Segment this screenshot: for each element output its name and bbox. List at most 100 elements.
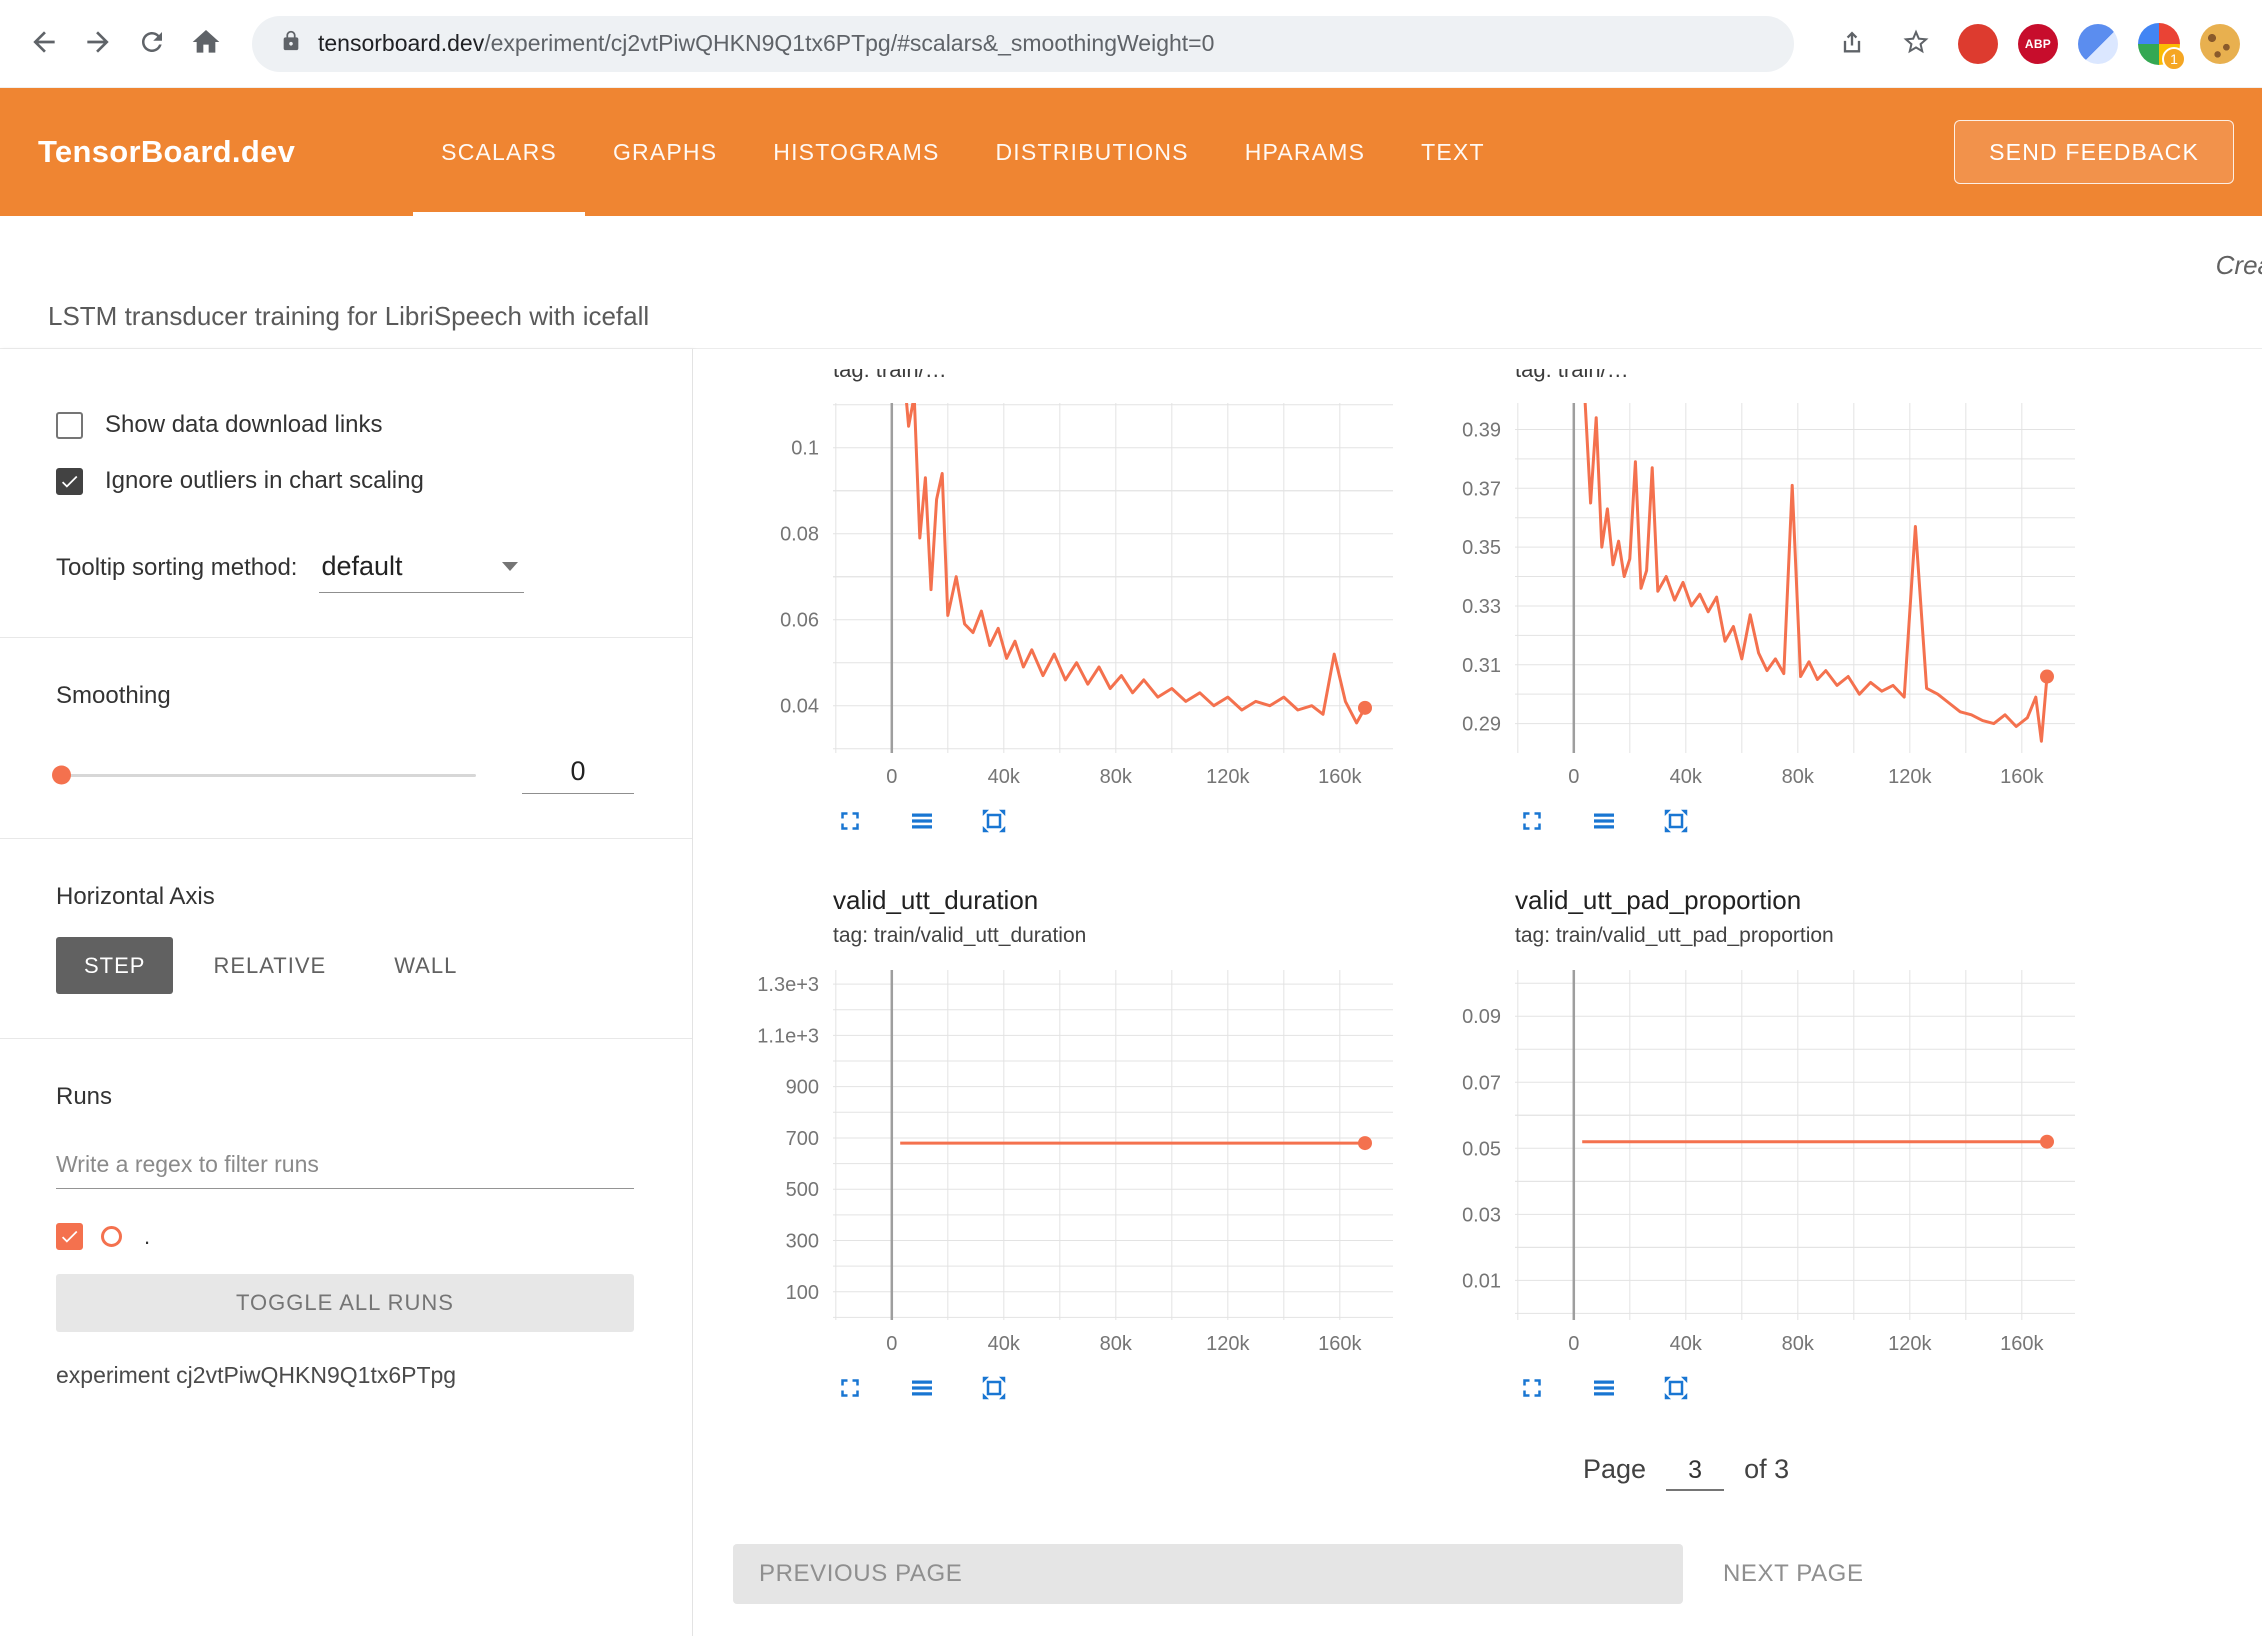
- svg-text:0.09: 0.09: [1462, 1006, 1501, 1028]
- svg-text:40k: 40k: [988, 766, 1021, 788]
- expand-chart-button[interactable]: [1515, 805, 1549, 839]
- reload-button[interactable]: [130, 22, 174, 66]
- chevron-down-icon: [502, 562, 518, 571]
- home-button[interactable]: [184, 22, 228, 66]
- charts-grid: tag: train/… 0.040.060.080.1040k80k120k1…: [693, 349, 2262, 1406]
- axis-wall-button[interactable]: WALL: [366, 937, 485, 994]
- smoothing-row: 0: [56, 756, 634, 794]
- url-text: tensorboard.dev/experiment/cj2vtPiwQHKN9…: [318, 30, 1214, 57]
- fit-data-icon: [979, 1373, 1009, 1406]
- tab-histograms[interactable]: HISTOGRAMS: [745, 88, 967, 216]
- chart-actions: [833, 805, 1417, 839]
- svg-text:0.06: 0.06: [780, 610, 819, 632]
- fit-data-button[interactable]: [977, 805, 1011, 839]
- previous-page-button[interactable]: PREVIOUS PAGE: [733, 1544, 1683, 1604]
- fit-data-button[interactable]: [1659, 1372, 1693, 1406]
- smoothing-label: Smoothing: [56, 682, 634, 710]
- cookie-icon[interactable]: [2200, 24, 2240, 64]
- slider-thumb[interactable]: [52, 766, 71, 785]
- svg-text:0: 0: [1568, 1333, 1579, 1355]
- tab-hparams[interactable]: HPARAMS: [1217, 88, 1393, 216]
- svg-text:0: 0: [886, 1333, 897, 1355]
- expand-chart-button[interactable]: [833, 1372, 867, 1406]
- chart-top-right[interactable]: 0.290.310.330.350.370.39040k80k120k160k: [1437, 391, 2097, 791]
- chart-bottom-right[interactable]: 0.010.030.050.070.09040k80k120k160k: [1437, 958, 2097, 1358]
- expand-chart-button[interactable]: [833, 805, 867, 839]
- tab-graphs[interactable]: GRAPHS: [585, 88, 745, 216]
- svg-text:1.1e+3: 1.1e+3: [757, 1025, 819, 1047]
- smoothing-value[interactable]: 0: [522, 756, 634, 794]
- runs-list-button[interactable]: [1587, 1372, 1621, 1406]
- brand-logo[interactable]: TensorBoard.dev: [38, 134, 295, 170]
- svg-text:0.04: 0.04: [780, 696, 819, 718]
- run-checkbox[interactable]: [56, 1223, 83, 1250]
- run-name: .: [144, 1224, 150, 1250]
- expand-chart-button[interactable]: [1515, 1372, 1549, 1406]
- svg-text:0.03: 0.03: [1462, 1204, 1501, 1226]
- page-number-input[interactable]: [1666, 1456, 1724, 1491]
- svg-text:160k: 160k: [1318, 1333, 1362, 1355]
- nav-tabs: SCALARS GRAPHS HISTOGRAMS DISTRIBUTIONS …: [413, 88, 1513, 216]
- svg-text:700: 700: [786, 1128, 819, 1150]
- fit-data-button[interactable]: [977, 1372, 1011, 1406]
- notification-badge: 1: [2162, 47, 2186, 71]
- divider: [0, 1038, 692, 1039]
- back-button[interactable]: [22, 22, 66, 66]
- app-root: tensorboard.dev/experiment/cj2vtPiwQHKN9…: [0, 0, 2262, 1636]
- home-icon: [190, 26, 222, 61]
- toggle-all-runs-button[interactable]: TOGGLE ALL RUNS: [56, 1274, 634, 1332]
- adblock-icon[interactable]: [1958, 24, 1998, 64]
- abp-label: ABP: [2025, 37, 2051, 51]
- svg-text:0.33: 0.33: [1462, 596, 1501, 618]
- expand-icon: [835, 806, 865, 839]
- profile-avatar[interactable]: 1: [2138, 23, 2180, 65]
- svg-text:40k: 40k: [1670, 766, 1703, 788]
- extension-icon[interactable]: [2078, 24, 2118, 64]
- ignore-outliers-checkbox[interactable]: Ignore outliers in chart scaling: [56, 467, 634, 495]
- next-page-button[interactable]: NEXT PAGE: [1723, 1544, 1864, 1604]
- svg-text:100: 100: [786, 1282, 819, 1304]
- reload-icon: [137, 27, 167, 60]
- run-row: .: [56, 1223, 634, 1250]
- fit-data-button[interactable]: [1659, 805, 1693, 839]
- runs-list-button[interactable]: [1587, 805, 1621, 839]
- forward-button[interactable]: [76, 22, 120, 66]
- checkbox-label: Show data download links: [105, 411, 383, 439]
- bookmark-button[interactable]: [1894, 22, 1938, 66]
- runs-list-button[interactable]: [905, 1372, 939, 1406]
- abp-icon[interactable]: ABP: [2018, 24, 2058, 64]
- lock-icon: [280, 30, 302, 57]
- address-bar[interactable]: tensorboard.dev/experiment/cj2vtPiwQHKN9…: [252, 16, 1794, 72]
- tab-distributions[interactable]: DISTRIBUTIONS: [968, 88, 1217, 216]
- svg-text:1.3e+3: 1.3e+3: [757, 974, 819, 996]
- share-button[interactable]: [1830, 22, 1874, 66]
- back-icon: [28, 26, 60, 61]
- svg-text:80k: 80k: [1782, 766, 1815, 788]
- tooltip-sorting-dropdown[interactable]: default: [319, 551, 524, 593]
- runs-list-button[interactable]: [905, 805, 939, 839]
- tensorboard-header: TensorBoard.dev SCALARS GRAPHS HISTOGRAM…: [0, 88, 2262, 216]
- experiment-caption: experiment cj2vtPiwQHKN9Q1tx6PTpg: [56, 1362, 634, 1389]
- horizontal-axis-buttons: STEP RELATIVE WALL: [56, 937, 634, 994]
- svg-text:0.01: 0.01: [1462, 1270, 1501, 1292]
- tab-scalars[interactable]: SCALARS: [413, 88, 585, 216]
- chart-bottom-left[interactable]: 1003005007009001.1e+31.3e+3040k80k120k16…: [755, 958, 1415, 1358]
- subheader: Crea LSTM transducer training for LibriS…: [0, 216, 2262, 348]
- divider: [0, 838, 692, 839]
- chart-top-left[interactable]: 0.040.060.080.1040k80k120k160k: [755, 391, 1415, 791]
- smoothing-slider[interactable]: [56, 774, 476, 777]
- tab-text[interactable]: TEXT: [1393, 88, 1513, 216]
- chart-column-left: tag: train/… 0.040.060.080.1040k80k120k1…: [755, 369, 1417, 1406]
- page-label: Page: [1583, 1454, 1646, 1485]
- axis-relative-button[interactable]: RELATIVE: [185, 937, 354, 994]
- svg-text:0.29: 0.29: [1462, 714, 1501, 736]
- svg-text:0.1: 0.1: [791, 438, 819, 460]
- svg-text:120k: 120k: [1888, 766, 1932, 788]
- forward-icon: [82, 26, 114, 61]
- send-feedback-button[interactable]: SEND FEEDBACK: [1954, 120, 2234, 184]
- show-download-links-checkbox[interactable]: Show data download links: [56, 411, 634, 439]
- runs-filter-input[interactable]: [56, 1145, 634, 1189]
- axis-step-button[interactable]: STEP: [56, 937, 173, 994]
- tooltip-sorting-row: Tooltip sorting method: default: [56, 551, 634, 593]
- chart-tag-clipped: tag: train/…: [1515, 369, 2099, 387]
